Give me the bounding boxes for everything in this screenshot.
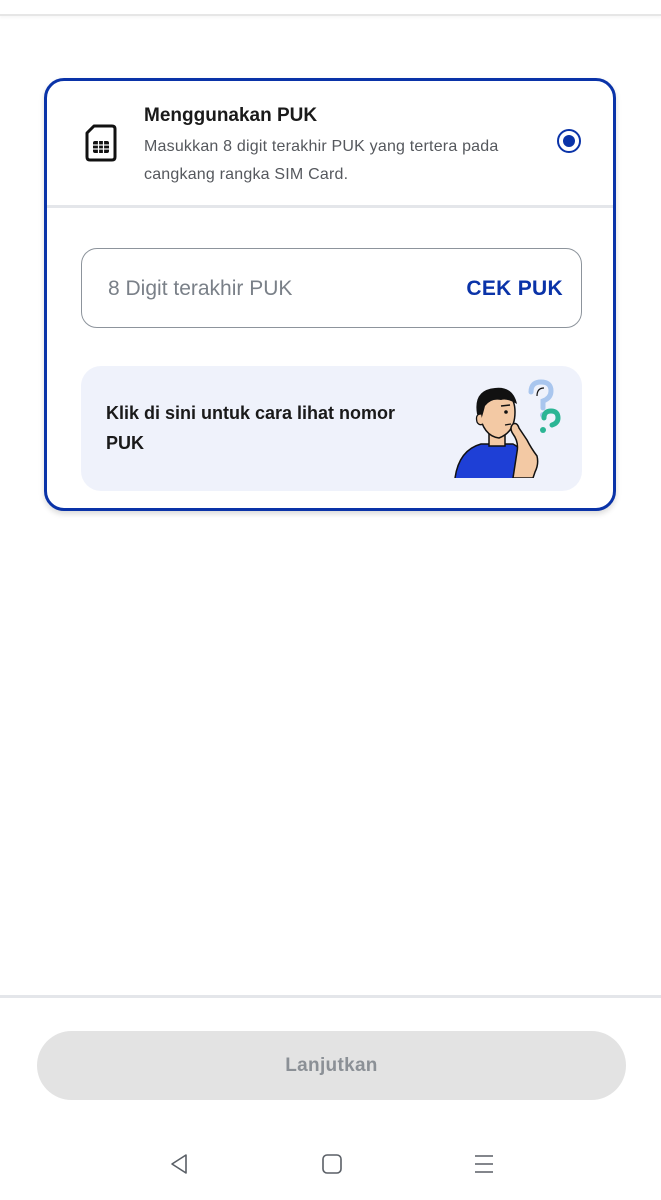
- continue-button[interactable]: Lanjutkan: [37, 1031, 626, 1100]
- radio-selected-dot: [563, 135, 575, 147]
- puk-field: CEK PUK: [81, 248, 582, 328]
- sim-card-icon: [85, 124, 117, 162]
- puk-input[interactable]: [106, 269, 440, 309]
- help-text: Klik di sini untuk cara lihat nomor PUK: [106, 403, 396, 453]
- screen: Menggunakan PUK Masukkan 8 digit terakhi…: [0, 0, 661, 1200]
- bottom-divider: [0, 995, 661, 998]
- how-to-see-puk-banner[interactable]: Klik di sini untuk cara lihat nomor PUK: [81, 366, 582, 491]
- puk-option-card: Menggunakan PUK Masukkan 8 digit terakhi…: [44, 78, 616, 511]
- puk-option-row[interactable]: Menggunakan PUK Masukkan 8 digit terakhi…: [47, 81, 613, 208]
- option-title: Menggunakan PUK: [144, 105, 318, 126]
- option-radio[interactable]: [557, 129, 581, 153]
- top-bar: [0, 0, 661, 16]
- option-description: Masukkan 8 digit terakhir PUK yang terte…: [144, 138, 499, 183]
- back-triangle-icon[interactable]: [168, 1152, 192, 1176]
- thinking-person-illustration: [451, 378, 561, 479]
- menu-lines-icon[interactable]: [472, 1152, 496, 1176]
- home-square-icon[interactable]: [320, 1152, 344, 1176]
- cek-puk-button[interactable]: CEK PUK: [466, 277, 563, 301]
- system-nav-bar: [0, 1140, 661, 1200]
